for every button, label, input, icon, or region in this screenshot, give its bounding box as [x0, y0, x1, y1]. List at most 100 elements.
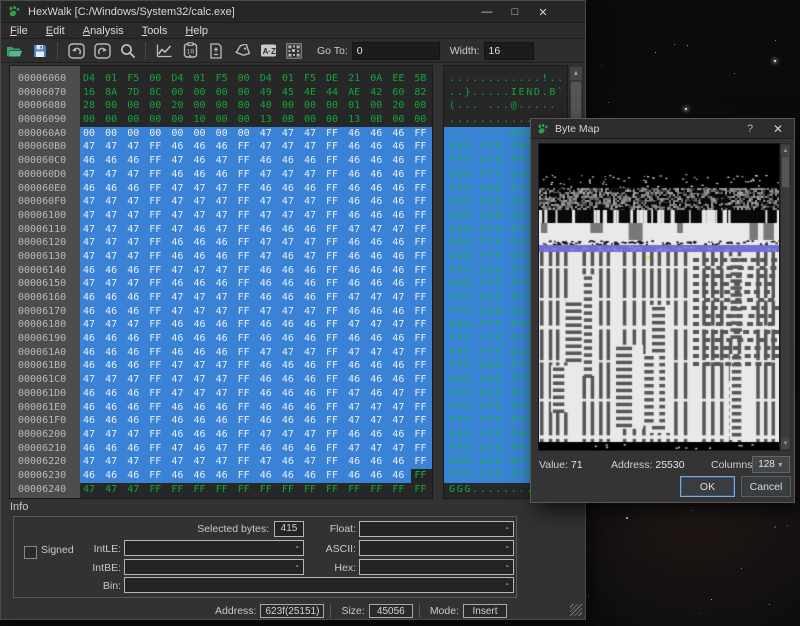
hex-byte-cell[interactable]: 46	[213, 332, 235, 346]
dialog-close-button[interactable]: ✕	[768, 119, 788, 139]
hex-byte-cell[interactable]: 46	[279, 277, 301, 291]
hex-byte-cell[interactable]: 46	[301, 414, 323, 428]
hex-byte-cell[interactable]: 47	[367, 291, 389, 305]
hex-byte-cell[interactable]: 46	[168, 401, 190, 415]
hex-byte-cell[interactable]: FF	[323, 401, 345, 415]
hex-byte-cell[interactable]: 00	[213, 127, 235, 141]
hex-byte-cell[interactable]: 00	[235, 113, 257, 127]
hex-byte-cell[interactable]: 47	[102, 428, 124, 442]
hex-byte-cell[interactable]: 47	[279, 168, 301, 182]
hex-byte-cell[interactable]: FF	[411, 223, 433, 237]
redo-icon[interactable]	[90, 41, 114, 61]
hex-byte-cell[interactable]: 46	[367, 277, 389, 291]
hex-byte-cell[interactable]: 46	[345, 127, 367, 141]
hex-byte-cell[interactable]: 00	[411, 113, 433, 127]
hex-byte-cell[interactable]: FF	[235, 182, 257, 196]
hex-byte-cell[interactable]: 20	[168, 99, 190, 113]
hex-byte-cell[interactable]: 47	[279, 428, 301, 442]
hex-byte-cell[interactable]: 47	[168, 209, 190, 223]
hex-byte-cell[interactable]: FF	[235, 455, 257, 469]
hex-byte-cell[interactable]: 46	[168, 140, 190, 154]
hex-byte-cell[interactable]: 20	[389, 99, 411, 113]
hex-byte-cell[interactable]: 00	[124, 127, 146, 141]
byte-map-canvas[interactable]	[538, 143, 780, 451]
hex-byte-cell[interactable]: 46	[190, 236, 212, 250]
hex-byte-cell[interactable]: 47	[80, 428, 102, 442]
hex-byte-cell[interactable]: 00	[213, 86, 235, 100]
hex-row[interactable]: 0000608028000000200000004000000001002000	[10, 99, 432, 113]
hex-byte-cell[interactable]: 46	[301, 359, 323, 373]
hex-byte-cell[interactable]: 46	[213, 250, 235, 264]
hex-byte-cell[interactable]: 47	[367, 318, 389, 332]
hex-row[interactable]: 000061E0464646FF464646FF464646FF474747FF	[10, 401, 432, 415]
hex-byte-cell[interactable]: 47	[124, 428, 146, 442]
hex-byte-cell[interactable]: 46	[301, 401, 323, 415]
menu-tools[interactable]: Tools	[133, 25, 177, 37]
strings-az-icon[interactable]: A·Z	[256, 41, 280, 61]
hex-byte-cell[interactable]: 47	[345, 223, 367, 237]
hex-byte-cell[interactable]: 60	[389, 86, 411, 100]
hex-byte-cell[interactable]: 46	[301, 223, 323, 237]
hex-byte-cell[interactable]: FF	[235, 483, 257, 497]
hex-byte-cell[interactable]: FF	[323, 250, 345, 264]
hex-byte-cell[interactable]: 47	[80, 195, 102, 209]
hex-byte-cell[interactable]: 46	[257, 359, 279, 373]
hex-byte-cell[interactable]: FF	[411, 332, 433, 346]
columns-dropdown[interactable]: 128▼	[752, 456, 790, 473]
hex-byte-cell[interactable]: 47	[124, 455, 146, 469]
hex-row[interactable]: 00006120474747FF464646FF474747FF464646FF	[10, 236, 432, 250]
hex-byte-cell[interactable]: 46	[102, 359, 124, 373]
hex-byte-cell[interactable]: 28	[80, 99, 102, 113]
hex-byte-cell[interactable]: FF	[323, 195, 345, 209]
hex-byte-cell[interactable]: FF	[146, 140, 168, 154]
hex-byte-cell[interactable]: FF	[411, 428, 433, 442]
hex-byte-cell[interactable]: 46	[279, 223, 301, 237]
hex-byte-cell[interactable]: 46	[389, 264, 411, 278]
hex-byte-cell[interactable]: 46	[389, 236, 411, 250]
hex-byte-cell[interactable]: 46	[213, 414, 235, 428]
hex-byte-cell[interactable]: 46	[301, 182, 323, 196]
hex-byte-cell[interactable]: FF	[411, 469, 433, 483]
hex-byte-cell[interactable]: 47	[80, 373, 102, 387]
hex-byte-cell[interactable]: 47	[345, 318, 367, 332]
hex-byte-cell[interactable]: 46	[168, 318, 190, 332]
hex-byte-cell[interactable]: FF	[323, 469, 345, 483]
hex-byte-cell[interactable]: 47	[257, 346, 279, 360]
hex-byte-cell[interactable]: 47	[257, 209, 279, 223]
hex-byte-cell[interactable]: 47	[102, 223, 124, 237]
hex-byte-cell[interactable]: 46	[257, 223, 279, 237]
hex-byte-cell[interactable]: 46	[389, 359, 411, 373]
hex-byte-cell[interactable]: 46	[367, 127, 389, 141]
hex-byte-cell[interactable]: FF	[235, 346, 257, 360]
hex-byte-cell[interactable]: 47	[80, 168, 102, 182]
hex-byte-cell[interactable]: 46	[301, 442, 323, 456]
hex-byte-cell[interactable]: 01	[102, 72, 124, 86]
hex-byte-cell[interactable]: 46	[190, 168, 212, 182]
ascii-row[interactable]: ..}.....IEND.B`.	[444, 86, 567, 100]
hex-byte-cell[interactable]: 00	[389, 113, 411, 127]
hex-byte-cell[interactable]: 46	[190, 346, 212, 360]
hex-byte-cell[interactable]: 46	[80, 332, 102, 346]
hex-byte-cell[interactable]: 46	[301, 291, 323, 305]
hex-byte-cell[interactable]: FF	[411, 209, 433, 223]
hex-byte-cell[interactable]: 47	[102, 140, 124, 154]
hex-byte-cell[interactable]: 47	[345, 414, 367, 428]
hex-byte-cell[interactable]: 46	[389, 305, 411, 319]
hex-byte-cell[interactable]: 46	[367, 469, 389, 483]
hex-byte-cell[interactable]: 47	[168, 373, 190, 387]
dialog-title-bar[interactable]: Byte Map ? ✕	[531, 119, 794, 139]
hex-byte-cell[interactable]: 46	[301, 277, 323, 291]
hex-byte-cell[interactable]: 46	[367, 250, 389, 264]
hex-byte-cell[interactable]: FF	[146, 250, 168, 264]
hex-byte-cell[interactable]: 46	[190, 154, 212, 168]
hex-byte-cell[interactable]: 47	[124, 250, 146, 264]
hex-byte-cell[interactable]: 46	[102, 387, 124, 401]
byte-map-scrollbar[interactable]: ▲ ▼	[780, 143, 791, 451]
hex-byte-cell[interactable]: 46	[80, 264, 102, 278]
hex-byte-cell[interactable]: FF	[235, 359, 257, 373]
signed-checkbox[interactable]	[24, 546, 37, 559]
hex-byte-cell[interactable]: 46	[190, 318, 212, 332]
hex-byte-cell[interactable]: 47	[102, 209, 124, 223]
hex-byte-cell[interactable]: 47	[389, 442, 411, 456]
hex-byte-cell[interactable]: F5	[301, 72, 323, 86]
